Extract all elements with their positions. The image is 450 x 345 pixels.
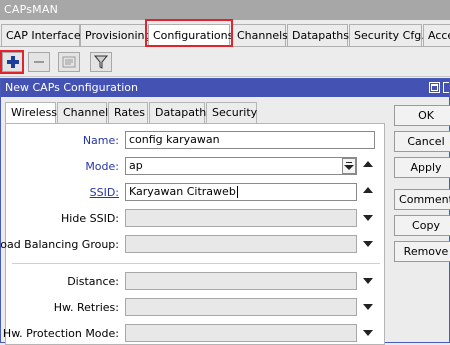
tab-provisioning[interactable]: Provisioning (80, 24, 152, 46)
tab-channel[interactable]: Channel (57, 102, 108, 124)
tab-access[interactable]: Acce (423, 24, 450, 46)
mode-select[interactable]: ap (125, 157, 357, 175)
tab-wireless[interactable]: Wireless (5, 102, 57, 125)
load-balancing-group-field[interactable] (125, 235, 357, 253)
ssid-collapse-icon[interactable] (363, 187, 373, 193)
hw-retries-field[interactable] (125, 298, 357, 316)
toolbar-divider (0, 76, 450, 77)
hw-protection-expand-icon[interactable] (363, 330, 373, 336)
hide-ssid-label: Hide SSID: (61, 212, 119, 225)
hide-ssid-field[interactable] (125, 209, 357, 227)
filter-button[interactable] (90, 52, 112, 72)
toolbar (0, 50, 450, 76)
maximize-icon[interactable] (429, 82, 440, 93)
dialog-title: New CAPs Configuration (1, 79, 449, 97)
apply-button[interactable]: Apply (394, 157, 450, 178)
tab-rates[interactable]: Rates (108, 102, 148, 124)
hide-ssid-expand-icon[interactable] (363, 215, 373, 221)
hw-protection-mode-label: Hw. Protection Mode: (2, 327, 119, 340)
app-title: CAPsMAN (0, 0, 450, 20)
hw-retries-expand-icon[interactable] (363, 304, 373, 310)
name-label: Name: (82, 134, 119, 147)
distance-expand-icon[interactable] (363, 278, 373, 284)
filter-icon (93, 55, 109, 69)
tab-security[interactable]: Security (206, 102, 257, 124)
add-button-highlight (0, 50, 24, 74)
minus-icon (34, 61, 44, 63)
hw-retries-label: Hw. Retries: (53, 301, 119, 314)
section-divider (12, 263, 380, 264)
new-caps-configuration-dialog: New CAPs Configuration Wireless Channel … (0, 78, 450, 345)
name-field[interactable]: config karyawan (125, 131, 375, 149)
configurations-tab-highlight (145, 19, 233, 47)
cancel-button[interactable]: Cancel (394, 131, 450, 152)
distance-label: Distance: (67, 275, 119, 288)
distance-field[interactable] (125, 272, 357, 290)
mode-dropdown-button[interactable] (342, 158, 356, 174)
comment-dialog-button[interactable]: Comment (394, 189, 450, 210)
tab-datapath[interactable]: Datapath (149, 102, 206, 124)
tab-channels[interactable]: Channels (232, 24, 288, 46)
remove-dialog-button[interactable]: Remove (394, 241, 450, 262)
tab-cap-interface[interactable]: CAP Interface (1, 24, 81, 46)
comment-icon (62, 56, 76, 68)
load-balancing-expand-icon[interactable] (363, 241, 373, 247)
tab-security-cfg[interactable]: Security Cfg. (349, 24, 425, 46)
tab-datapaths[interactable]: Datapaths (287, 24, 349, 46)
ssid-label: SSID: (89, 186, 119, 199)
ok-button[interactable]: OK (394, 105, 450, 126)
load-balancing-group-label: Load Balancing Group: (0, 238, 119, 251)
comment-button[interactable] (58, 52, 80, 72)
hw-protection-mode-field[interactable] (125, 324, 357, 342)
mode-label: Mode: (85, 160, 119, 173)
copy-button[interactable]: Copy (394, 215, 450, 236)
close-icon[interactable] (443, 82, 449, 93)
chevron-down-icon (344, 165, 354, 170)
wireless-panel: Name: config karyawan Mode: ap SSID: Kar… (0, 123, 385, 345)
remove-button[interactable] (28, 52, 50, 72)
mode-collapse-icon[interactable] (363, 161, 373, 167)
ssid-field[interactable]: Karyawan Citraweb (125, 183, 357, 201)
ssid-value: Karyawan Citraweb (129, 185, 236, 198)
